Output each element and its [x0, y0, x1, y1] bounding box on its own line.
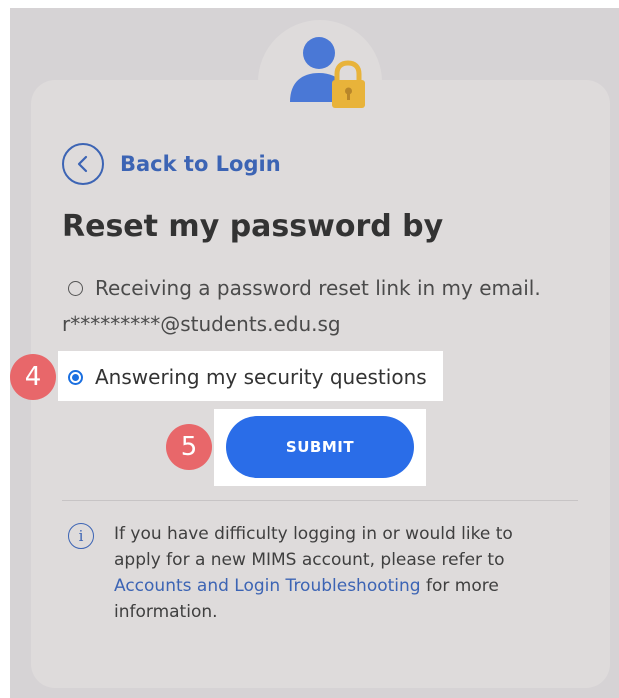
step-5-badge: 5 — [166, 424, 212, 470]
email-option-label: Receiving a password reset link in my em… — [95, 276, 541, 300]
user-lock-icon — [290, 37, 365, 108]
info-text-before: If you have difficulty logging in or wou… — [114, 524, 513, 570]
info-icon: i — [68, 523, 94, 549]
step-4-badge: 4 — [10, 354, 56, 400]
security-option-radio[interactable] — [68, 369, 83, 385]
masked-email: r*********@students.edu.sg — [62, 312, 341, 336]
security-questions-option[interactable]: Answering my security questions — [68, 365, 427, 389]
page-title: Reset my password by — [62, 209, 444, 244]
back-to-login-label: Back to Login — [120, 152, 281, 176]
security-option-label: Answering my security questions — [95, 365, 427, 389]
troubleshooting-link[interactable]: Accounts and Login Troubleshooting — [114, 576, 421, 596]
divider — [62, 500, 578, 501]
back-to-login-link[interactable]: Back to Login — [62, 141, 281, 187]
submit-button[interactable]: SUBMIT — [226, 416, 414, 478]
email-reset-option[interactable]: Receiving a password reset link in my em… — [68, 276, 541, 300]
chevron-left-icon — [62, 143, 104, 185]
email-option-radio[interactable] — [68, 280, 83, 296]
info-text: If you have difficulty logging in or wou… — [114, 521, 544, 625]
